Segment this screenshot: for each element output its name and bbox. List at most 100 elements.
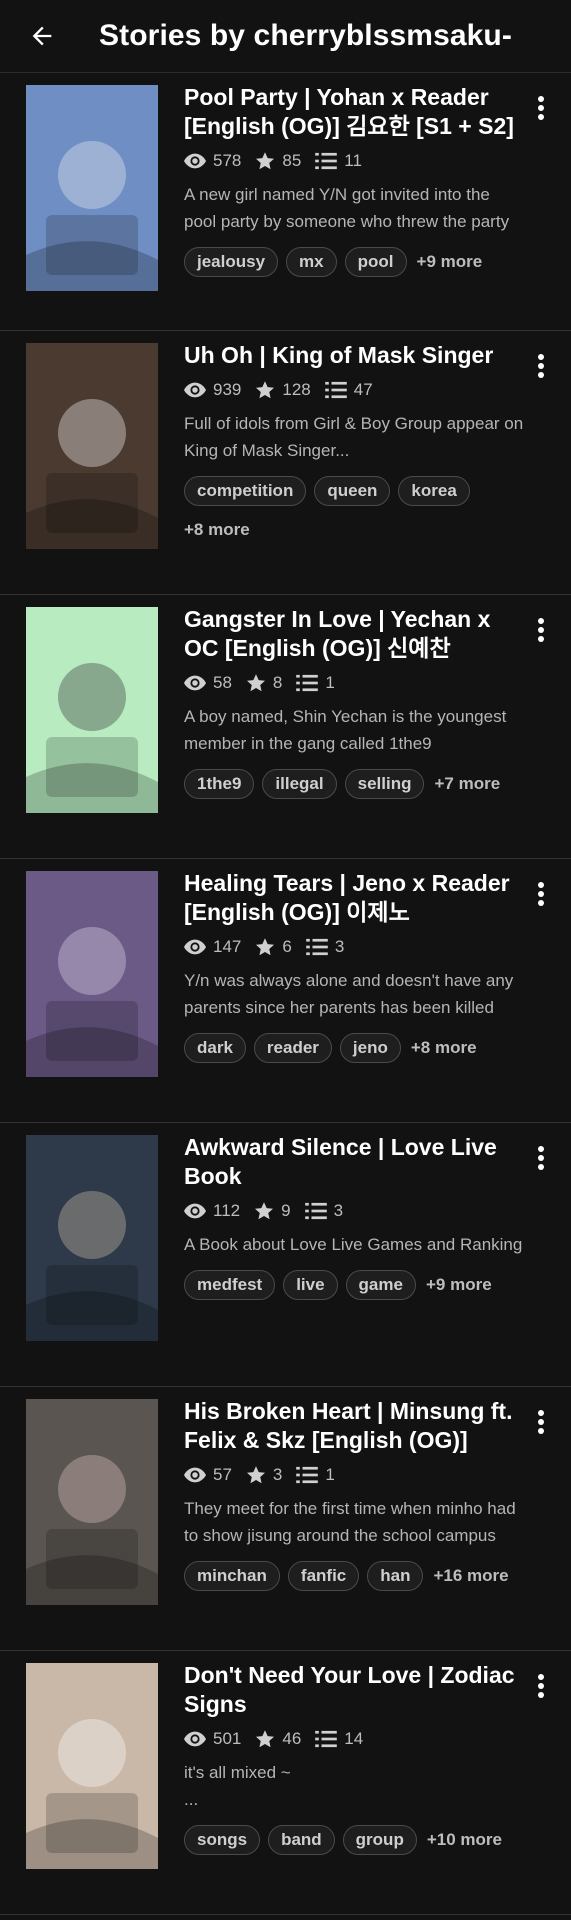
story-menu-button[interactable] xyxy=(529,349,553,383)
tag-list: medfest live game +9 more xyxy=(184,1270,524,1300)
parts-stat: 3 xyxy=(306,937,344,957)
votes-stat: 9 xyxy=(254,1201,291,1221)
tag-chip[interactable]: jeno xyxy=(339,1033,401,1063)
list-icon xyxy=(296,1466,319,1484)
tag-chip[interactable]: selling xyxy=(344,769,425,799)
tag-chip[interactable]: minchan xyxy=(184,1561,280,1591)
votes-stat: 3 xyxy=(246,1465,282,1485)
tag-chip[interactable]: fanfic xyxy=(287,1561,360,1591)
star-icon xyxy=(256,381,275,399)
more-tags-link[interactable]: +8 more xyxy=(411,1038,477,1058)
more-vertical-icon xyxy=(538,618,544,642)
story-menu-button[interactable] xyxy=(529,91,553,125)
more-vertical-icon xyxy=(538,1146,544,1170)
story-menu-button[interactable] xyxy=(529,1405,553,1439)
story-card[interactable]: Gangster In Love | Yechan x OC [English … xyxy=(0,595,571,859)
tag-list: competition queen korea +8 more xyxy=(184,476,524,540)
story-title[interactable]: His Broken Heart | Minsung ft. Felix & S… xyxy=(184,1397,524,1455)
parts-count: 14 xyxy=(344,1729,364,1748)
eye-icon xyxy=(184,1467,206,1483)
tag-chip[interactable]: korea xyxy=(398,476,470,506)
story-stats: 939 128 47 xyxy=(184,378,524,402)
story-stats: 58 8 1 xyxy=(184,671,524,695)
tag-chip[interactable]: group xyxy=(342,1825,417,1855)
story-description: Full of idols from Girl & Boy Group appe… xyxy=(184,414,524,460)
parts-count: 3 xyxy=(333,1201,344,1220)
story-title[interactable]: Uh Oh | King of Mask Singer xyxy=(184,341,524,370)
tag-chip[interactable]: medfest xyxy=(184,1270,276,1300)
story-title[interactable]: Pool Party | Yohan x Reader [English (OG… xyxy=(184,83,524,141)
arrow-left-icon xyxy=(32,26,52,46)
story-card[interactable]: Uh Oh | King of Mask Singer 939 128 47 Full … xyxy=(0,331,571,595)
parts-stat: 1 xyxy=(296,673,335,693)
tag-chip[interactable]: jealousy xyxy=(184,247,279,277)
tag-chip[interactable]: competition xyxy=(184,476,307,506)
story-cover[interactable] xyxy=(26,343,158,549)
reads-count: 578 xyxy=(213,151,242,170)
story-cover[interactable] xyxy=(26,607,158,813)
tag-chip[interactable]: mx xyxy=(286,247,337,277)
cover-art xyxy=(26,1663,158,1869)
story-title[interactable]: Awkward Silence | Love Live Book xyxy=(184,1133,524,1191)
tag-chip[interactable]: pool xyxy=(344,247,407,277)
story-details: Uh Oh | King of Mask Singer 939 128 47 Full … xyxy=(184,341,524,540)
story-cover[interactable] xyxy=(26,871,158,1077)
story-description: A new girl named Y/N got invited into th… xyxy=(184,185,510,231)
star-icon xyxy=(256,152,275,170)
eye-icon xyxy=(184,153,206,169)
tag-chip[interactable]: 1the9 xyxy=(184,769,255,799)
story-cover[interactable] xyxy=(26,1135,158,1341)
story-title[interactable]: Healing Tears | Jeno x Reader [English (… xyxy=(184,869,524,927)
story-description: A Book about Love Live Games and Ranking xyxy=(184,1235,523,1254)
parts-count: 11 xyxy=(344,151,362,170)
story-card[interactable]: Pool Party | Yohan x Reader [English (OG… xyxy=(0,73,571,331)
votes-count: 8 xyxy=(272,673,283,692)
tag-chip[interactable]: queen xyxy=(314,476,391,506)
story-cover[interactable] xyxy=(26,1663,158,1869)
tag-chip[interactable]: dark xyxy=(184,1033,246,1063)
more-tags-link[interactable]: +9 more xyxy=(426,1275,492,1295)
more-vertical-icon xyxy=(538,1410,544,1434)
story-menu-button[interactable] xyxy=(529,1669,553,1703)
story-menu-button[interactable] xyxy=(529,613,553,647)
tag-list: songs band group +10 more xyxy=(184,1825,524,1855)
story-cover[interactable] xyxy=(26,85,158,291)
more-tags-link[interactable]: +9 more xyxy=(417,252,483,272)
story-card[interactable]: Don't Need Your Love | Zodiac Signs 501 46… xyxy=(0,1651,571,1915)
story-menu-button[interactable] xyxy=(529,1141,553,1175)
tag-chip[interactable]: reader xyxy=(253,1033,332,1063)
eye-icon xyxy=(184,939,206,955)
story-menu-button[interactable] xyxy=(529,877,553,911)
tag-list: 1the9 illegal selling +7 more xyxy=(184,769,524,799)
reads-stat: 147 xyxy=(184,937,241,957)
cover-art xyxy=(26,1135,158,1341)
story-title[interactable]: Don't Need Your Love | Zodiac Signs xyxy=(184,1661,524,1719)
tag-chip[interactable]: han xyxy=(367,1561,424,1591)
story-card[interactable]: Awkward Silence | Love Live Book 112 9 3 A B… xyxy=(0,1123,571,1387)
eye-icon xyxy=(184,675,206,691)
star-icon xyxy=(256,938,275,956)
tag-chip[interactable]: band xyxy=(268,1825,335,1855)
tag-chip[interactable]: songs xyxy=(184,1825,261,1855)
back-button[interactable] xyxy=(22,16,62,56)
story-description: They meet for the first time when minho … xyxy=(184,1499,516,1545)
story-cover[interactable] xyxy=(26,1399,158,1605)
reads-count: 501 xyxy=(213,1729,242,1748)
story-stats: 147 6 3 xyxy=(184,935,524,959)
more-tags-link[interactable]: +16 more xyxy=(433,1566,508,1586)
tag-chip[interactable]: illegal xyxy=(262,769,337,799)
story-details: Healing Tears | Jeno x Reader [English (… xyxy=(184,869,524,1063)
story-title[interactable]: Gangster In Love | Yechan x OC [English … xyxy=(184,605,524,663)
more-vertical-icon xyxy=(538,1674,544,1698)
story-card[interactable]: His Broken Heart | Minsung ft. Felix & S… xyxy=(0,1387,571,1651)
star-icon xyxy=(246,1466,265,1484)
tag-chip[interactable]: game xyxy=(345,1270,416,1300)
more-tags-link[interactable]: +10 more xyxy=(427,1830,502,1850)
more-tags-link[interactable]: +7 more xyxy=(434,774,500,794)
story-stats: 501 46 14 xyxy=(184,1727,524,1751)
tag-chip[interactable]: live xyxy=(283,1270,338,1300)
more-tags-link[interactable]: +8 more xyxy=(184,520,524,540)
cover-art xyxy=(26,343,158,549)
reads-stat: 58 xyxy=(184,673,232,693)
story-card[interactable]: Healing Tears | Jeno x Reader [English (… xyxy=(0,859,571,1123)
